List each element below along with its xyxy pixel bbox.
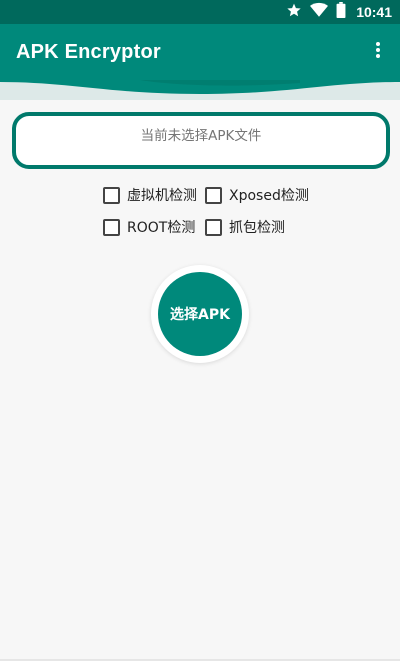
wifi-icon: [310, 2, 329, 22]
checkbox-label: ROOT检测: [127, 220, 196, 236]
overflow-menu-button[interactable]: [366, 40, 390, 64]
checkbox-label: 抓包检测: [229, 220, 285, 236]
app-title: APK Encryptor: [16, 41, 161, 63]
checkbox-label: 虚拟机检测: [127, 188, 197, 204]
select-apk-button-ring: 选择APK: [151, 265, 249, 363]
checkbox-box[interactable]: [103, 218, 120, 236]
checkbox-xposed-detect[interactable]: Xposed检测: [205, 184, 309, 206]
battery-icon: [336, 2, 346, 22]
status-icons: 10:41: [286, 0, 392, 24]
checkbox-root-detect[interactable]: ROOT检测: [103, 216, 195, 238]
selected-file-text: 当前未选择APK文件: [140, 128, 262, 144]
star-icon: [286, 2, 302, 22]
more-vert-icon: [375, 41, 381, 63]
checkbox-label: Xposed检测: [229, 188, 309, 204]
checkbox-box[interactable]: [205, 186, 222, 204]
status-time: 10:41: [356, 4, 392, 20]
select-apk-button[interactable]: 选择APK: [158, 272, 242, 356]
checkbox-box[interactable]: [205, 218, 222, 236]
checkbox-vm-detect[interactable]: 虚拟机检测: [103, 184, 197, 206]
status-bar: 10:41: [0, 0, 400, 24]
app-bar: APK Encryptor: [0, 24, 400, 80]
header-wave: [0, 80, 400, 100]
selected-file-box: 当前未选择APK文件: [12, 112, 390, 169]
checkbox-capture-detect[interactable]: 抓包检测: [205, 216, 285, 238]
checkbox-box[interactable]: [103, 186, 120, 204]
